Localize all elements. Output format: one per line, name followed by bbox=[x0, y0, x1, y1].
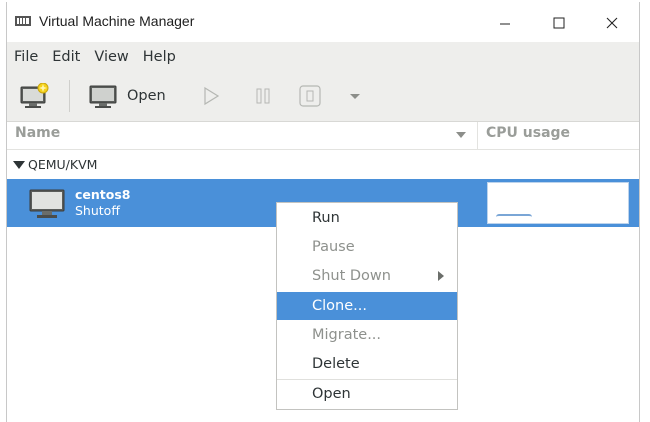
play-icon bbox=[204, 86, 220, 106]
toolbar: Open bbox=[7, 72, 639, 122]
vm-monitor-icon bbox=[29, 189, 65, 218]
close-button[interactable] bbox=[599, 10, 625, 36]
pause-button[interactable] bbox=[253, 82, 273, 110]
new-vm-button[interactable] bbox=[20, 82, 50, 110]
vm-context-menu: Run Pause Shut Down Clone... Migrate... … bbox=[276, 202, 458, 410]
window-title: Virtual Machine Manager bbox=[39, 13, 195, 29]
menu-bar: File Edit View Help bbox=[7, 42, 639, 72]
submenu-arrow-icon bbox=[438, 271, 444, 281]
open-button-label: Open bbox=[127, 88, 166, 104]
title-bar: Virtual Machine Manager bbox=[7, 2, 639, 42]
minimize-button[interactable] bbox=[492, 10, 518, 36]
cpu-usage-graph bbox=[487, 182, 629, 224]
run-button[interactable] bbox=[201, 82, 221, 110]
minimize-icon bbox=[500, 23, 510, 25]
vm-status: Shutoff bbox=[75, 203, 120, 218]
shutdown-button[interactable] bbox=[298, 82, 322, 110]
shutdown-options-dropdown[interactable] bbox=[347, 82, 363, 110]
context-menu-clone[interactable]: Clone... bbox=[277, 292, 457, 320]
menu-view[interactable]: View bbox=[87, 49, 135, 65]
open-button[interactable]: Open bbox=[89, 82, 166, 110]
expander-down-icon[interactable] bbox=[13, 160, 25, 170]
chevron-down-icon bbox=[350, 94, 360, 99]
toolbar-separator bbox=[69, 80, 70, 112]
menu-file[interactable]: File bbox=[7, 49, 45, 65]
cpu-usage-sparkline bbox=[496, 214, 532, 219]
column-divider[interactable] bbox=[477, 122, 478, 149]
connection-row[interactable]: QEMU/KVM bbox=[7, 150, 639, 179]
pause-icon bbox=[256, 88, 270, 104]
column-cpu-usage-header[interactable]: CPU usage bbox=[486, 125, 570, 141]
context-menu-migrate-label: Migrate... bbox=[312, 327, 382, 343]
context-menu-migrate[interactable]: Migrate... bbox=[277, 321, 457, 349]
context-menu-run[interactable]: Run bbox=[277, 204, 457, 232]
context-menu-shut-down-label: Shut Down bbox=[312, 268, 391, 284]
context-menu-delete-label: Delete bbox=[312, 356, 360, 372]
maximize-button[interactable] bbox=[546, 10, 572, 36]
maximize-icon bbox=[553, 17, 565, 29]
monitor-icon bbox=[89, 85, 117, 108]
column-name-header[interactable]: Name bbox=[15, 125, 60, 141]
context-menu-delete[interactable]: Delete bbox=[277, 350, 457, 378]
vm-name: centos8 bbox=[75, 187, 131, 202]
context-menu-open-label: Open bbox=[312, 386, 351, 402]
context-menu-open[interactable]: Open bbox=[277, 380, 457, 408]
close-icon bbox=[606, 17, 618, 29]
sort-descending-icon bbox=[456, 132, 466, 138]
vmm-window: Virtual Machine Manager File Edit View H… bbox=[6, 2, 640, 422]
context-menu-shut-down[interactable]: Shut Down bbox=[277, 262, 457, 290]
context-menu-pause[interactable]: Pause bbox=[277, 233, 457, 261]
context-menu-run-label: Run bbox=[312, 210, 340, 226]
connection-label: QEMU/KVM bbox=[28, 157, 98, 172]
vmm-app-icon bbox=[15, 16, 31, 26]
menu-edit[interactable]: Edit bbox=[45, 49, 87, 65]
context-menu-clone-label: Clone... bbox=[312, 298, 367, 314]
new-vm-icon bbox=[20, 83, 49, 108]
context-menu-pause-label: Pause bbox=[312, 239, 355, 255]
shutdown-icon bbox=[299, 85, 321, 107]
menu-help[interactable]: Help bbox=[136, 49, 183, 65]
column-header: Name CPU usage bbox=[7, 122, 639, 150]
